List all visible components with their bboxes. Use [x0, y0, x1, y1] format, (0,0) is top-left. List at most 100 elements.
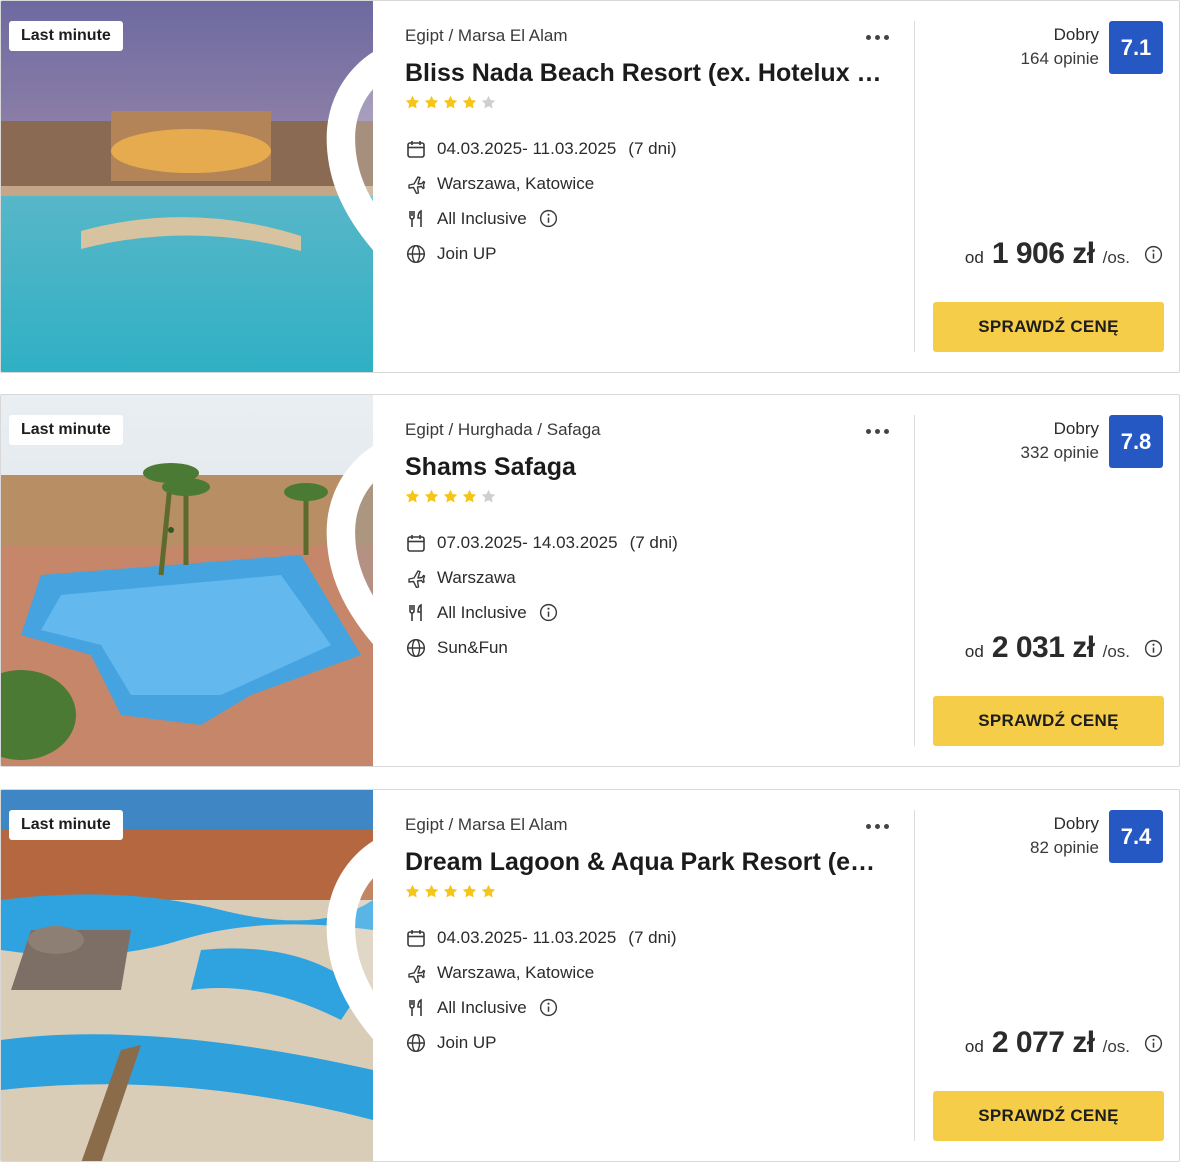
globe-icon — [405, 243, 427, 265]
last-minute-badge: Last minute — [9, 415, 123, 445]
more-options-button[interactable] — [859, 25, 895, 49]
price-prefix: od — [964, 1037, 984, 1056]
more-options-button[interactable] — [859, 814, 895, 838]
heart-icon — [326, 446, 373, 645]
review-count[interactable]: 82 opinie — [1030, 836, 1099, 860]
trip-dates: 04.03.2025- 11.03.2025 (7 dni) — [405, 920, 895, 955]
star-filled-icon — [424, 884, 439, 898]
rating-label: Dobry — [1053, 419, 1099, 438]
calendar-icon — [405, 532, 427, 554]
trip-dates: 04.03.2025- 11.03.2025 (7 dni) — [405, 131, 895, 166]
cutlery-icon — [405, 208, 427, 230]
hotel-name[interactable]: Dream Lagoon & Aqua Park Resort (ex. Dre… — [405, 846, 885, 878]
review-count[interactable]: 164 opinie — [1021, 47, 1099, 71]
price-block: od 2 031 zł /os. — [965, 631, 1163, 665]
star-filled-icon — [424, 489, 439, 503]
rating-label: Dobry — [1053, 814, 1099, 833]
board-type: All Inclusive — [405, 201, 895, 236]
price-block: od 2 077 zł /os. — [965, 1026, 1163, 1060]
price-block: od 1 906 zł /os. — [965, 237, 1163, 271]
operator-text: Join UP — [437, 243, 497, 263]
star-filled-icon — [462, 95, 477, 109]
heart-icon — [326, 52, 373, 251]
more-options-button[interactable] — [859, 419, 895, 443]
info-icon[interactable] — [539, 603, 558, 622]
favorite-button[interactable] — [319, 17, 373, 251]
cutlery-icon — [405, 602, 427, 624]
tour-operator: Sun&Fun — [405, 630, 895, 665]
trip-dates: 07.03.2025- 14.03.2025 (7 dni) — [405, 525, 895, 560]
favorite-button[interactable] — [319, 806, 373, 1040]
star-empty-icon — [481, 489, 496, 503]
favorite-button[interactable] — [319, 411, 373, 645]
hotel-location: Egipt / Marsa El Alam — [405, 815, 568, 834]
info-icon[interactable] — [1144, 245, 1163, 264]
price-amount: 2 031 zł — [991, 631, 1095, 664]
star-filled-icon — [424, 95, 439, 109]
info-icon[interactable] — [539, 998, 558, 1017]
rating-block: Dobry 164 opinie 7.1 — [1021, 21, 1163, 74]
rating-score-badge: 7.8 — [1109, 415, 1163, 468]
info-icon[interactable] — [539, 209, 558, 228]
star-filled-icon — [405, 884, 420, 898]
hotel-photo[interactable]: Last minute — [1, 395, 373, 766]
tour-operator: Join UP — [405, 1025, 895, 1060]
operator-text: Join UP — [437, 1032, 497, 1052]
last-minute-badge: Last minute — [9, 21, 123, 51]
trip-duration: (7 dni) — [628, 927, 677, 947]
board-type: All Inclusive — [405, 990, 895, 1025]
rating-score-badge: 7.1 — [1109, 21, 1163, 74]
trip-dates-text: 04.03.2025- 11.03.2025 — [437, 927, 617, 947]
board-text: All Inclusive — [437, 997, 527, 1017]
star-filled-icon — [462, 884, 477, 898]
board-type: All Inclusive — [405, 595, 895, 630]
star-filled-icon — [405, 489, 420, 503]
divider — [914, 810, 915, 1141]
check-price-button[interactable]: SPRAWDŹ CENĘ — [933, 1091, 1164, 1141]
price-amount: 1 906 zł — [991, 237, 1095, 270]
board-text: All Inclusive — [437, 208, 527, 228]
offer-card[interactable]: Last minute Egipt / Marsa El Alam Dream … — [0, 789, 1180, 1162]
star-filled-icon — [405, 95, 420, 109]
check-price-button[interactable]: SPRAWDŹ CENĘ — [933, 696, 1164, 746]
globe-icon — [405, 1032, 427, 1054]
offer-card[interactable]: Last minute Egipt / Marsa El Alam Bliss … — [0, 0, 1180, 373]
calendar-icon — [405, 138, 427, 160]
offer-card[interactable]: Last minute Egipt / Hurghada / Safaga Sh… — [0, 394, 1180, 767]
board-text: All Inclusive — [437, 602, 527, 622]
hotel-stars — [405, 884, 895, 902]
hotel-name[interactable]: Shams Safaga — [405, 451, 885, 483]
hotel-name[interactable]: Bliss Nada Beach Resort (ex. Hotelux Mar… — [405, 57, 885, 89]
departure-text: Warszawa — [437, 567, 516, 587]
info-icon[interactable] — [1144, 639, 1163, 658]
heart-icon — [326, 841, 373, 1040]
star-filled-icon — [443, 95, 458, 109]
trip-duration: (7 dni) — [628, 138, 677, 158]
star-filled-icon — [462, 489, 477, 503]
tour-operator: Join UP — [405, 236, 895, 271]
hotel-photo[interactable]: Last minute — [1, 1, 373, 372]
check-price-button[interactable]: SPRAWDŹ CENĘ — [933, 302, 1164, 352]
departure-airports: Warszawa — [405, 560, 895, 595]
departure-airports: Warszawa, Katowice — [405, 166, 895, 201]
divider — [914, 21, 915, 352]
price-prefix: od — [964, 642, 984, 661]
departure-text: Warszawa, Katowice — [437, 962, 595, 982]
star-empty-icon — [481, 95, 496, 109]
departure-airports: Warszawa, Katowice — [405, 955, 895, 990]
price-suffix: /os. — [1102, 1037, 1130, 1056]
hotel-location: Egipt / Marsa El Alam — [405, 26, 568, 45]
trip-duration: (7 dni) — [629, 532, 678, 552]
price-suffix: /os. — [1102, 642, 1130, 661]
trip-dates-text: 04.03.2025- 11.03.2025 — [437, 138, 617, 158]
operator-text: Sun&Fun — [437, 637, 508, 657]
info-icon[interactable] — [1144, 1034, 1163, 1053]
hotel-photo-image — [1, 395, 373, 766]
cutlery-icon — [405, 997, 427, 1019]
review-count[interactable]: 332 opinie — [1021, 441, 1099, 465]
rating-block: Dobry 332 opinie 7.8 — [1021, 415, 1163, 468]
hotel-photo[interactable]: Last minute — [1, 790, 373, 1161]
plane-icon — [405, 962, 427, 984]
plane-icon — [405, 567, 427, 589]
price-amount: 2 077 zł — [991, 1026, 1095, 1059]
